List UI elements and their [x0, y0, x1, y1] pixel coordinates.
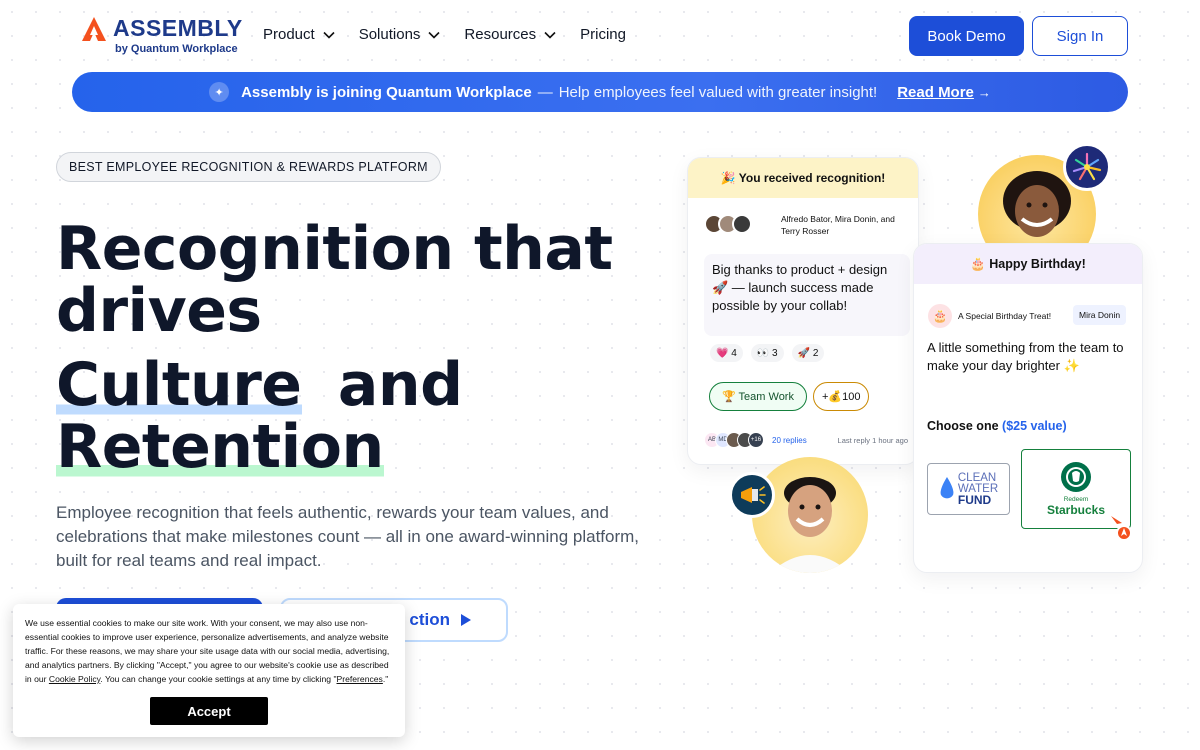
read-more-link[interactable]: Read More	[897, 84, 974, 101]
logo-wordmark[interactable]: ASSEMBLY	[113, 15, 243, 42]
man-portrait-image	[752, 457, 868, 573]
birthday-card: 🎂 Happy Birthday! 🎂 A Special Birthday T…	[913, 243, 1143, 573]
points-tag: +💰100	[813, 382, 870, 411]
recognition-message: Big thanks to product + design 🚀 — launc…	[704, 254, 910, 336]
reaction-list: 💗 4 👀 3 🚀 2	[710, 344, 825, 362]
nav-resources-label: Resources	[464, 26, 537, 43]
chevron-down-icon	[428, 31, 440, 39]
chevron-down-icon	[544, 31, 556, 39]
play-icon	[461, 614, 471, 626]
banner-headline: Assembly is joining Quantum Workplace	[241, 83, 532, 101]
recognition-card-header: 🎉 You received recognition!	[688, 158, 918, 198]
banner-dash: —	[537, 83, 553, 101]
clean-water-fund-option[interactable]: CLEAN WATER FUND	[927, 463, 1010, 515]
cookie-text-part3: ."	[382, 674, 389, 684]
reaction-count: 2	[812, 347, 819, 359]
water-drop-icon	[940, 477, 954, 499]
birthday-card-header: 🎂 Happy Birthday!	[914, 244, 1142, 284]
birthday-treat-row: 🎂 A Special Birthday Treat!	[928, 304, 1051, 328]
hero-title-line2: drives	[56, 276, 262, 346]
birthday-message: A little something from the team to make…	[927, 340, 1124, 373]
reward-value: ($25 value)	[1002, 419, 1067, 433]
recipient-names: Alfredo Bator, Mira Donin, and Terry Ros…	[781, 214, 895, 236]
hero-title-culture: Culture	[56, 350, 302, 420]
hero-title-bottom: Culture and Retention	[56, 350, 463, 482]
heart-icon: 💗	[716, 347, 729, 359]
cake-icon: 🎂	[928, 304, 952, 328]
recognition-footer: AB MD +16 20 replies Last reply 1 hour a…	[704, 432, 908, 448]
replies-link[interactable]: 20 replies	[772, 436, 807, 445]
logo-subtitle: by Quantum Workplace	[115, 43, 238, 55]
reaction-rocket[interactable]: 🚀 2	[791, 344, 825, 362]
nav-solutions[interactable]: Solutions	[359, 26, 441, 43]
main-nav: Product Solutions Resources Pricing	[263, 26, 650, 43]
choose-reward-label: Choose one ($25 value)	[927, 419, 1067, 433]
assembly-logo-icon[interactable]	[81, 16, 107, 42]
recipient-avatars	[704, 214, 752, 234]
reaction-eyes[interactable]: 👀 3	[750, 344, 784, 362]
fireworks-badge-icon	[1063, 143, 1111, 191]
book-demo-button[interactable]: Book Demo	[909, 16, 1024, 56]
hero-title-retention: Retention	[56, 412, 384, 482]
hero-title-and: and	[337, 350, 463, 420]
choose-label: Choose one	[927, 419, 999, 433]
preferences-link[interactable]: Preferences	[337, 674, 383, 684]
cookie-consent-banner: We use essential cookies to make our sit…	[13, 604, 405, 737]
cookie-consent-text: We use essential cookies to make our sit…	[25, 616, 393, 686]
nav-pricing[interactable]: Pricing	[580, 26, 626, 43]
avatar	[732, 214, 752, 234]
nav-product[interactable]: Product	[263, 26, 335, 43]
starbucks-logo-icon	[1061, 462, 1091, 492]
nav-solutions-label: Solutions	[358, 26, 421, 43]
hero-title-top: Recognition that drives	[56, 218, 676, 342]
clean-water-line1: CLEAN	[957, 471, 997, 484]
reaction-heart[interactable]: 💗 4	[710, 344, 743, 362]
reaction-count: 4	[731, 347, 737, 359]
nav-product-label: Product	[263, 26, 315, 43]
eyes-icon: 👀	[756, 347, 770, 359]
sparkle-icon: ✦	[209, 82, 230, 102]
banner-text: Help employees feel valued with greater …	[558, 83, 878, 101]
nav-pricing-label: Pricing	[580, 26, 626, 43]
accept-cookies-button[interactable]: Accept	[150, 697, 268, 725]
starbucks-name: Starbucks	[1046, 503, 1106, 517]
birthday-treat-label: A Special Birthday Treat!	[958, 311, 1052, 321]
clean-water-line3: FUND	[957, 492, 992, 507]
last-reply-time: Last reply 1 hour ago	[837, 435, 908, 445]
cursor-pointer-icon	[1111, 516, 1132, 541]
man-portrait-illustration	[770, 477, 850, 573]
see-in-action-label: ction	[409, 610, 450, 629]
avatar-overflow-count: +16	[748, 432, 764, 448]
sender-badge: Mira Donin	[1073, 305, 1127, 325]
arrow-right-icon: →	[977, 84, 991, 100]
cookie-text-part2: . You can change your cookie settings at…	[100, 674, 337, 684]
cookie-policy-link[interactable]: Cookie Policy	[49, 674, 100, 684]
hero-subtitle: Employee recognition that feels authenti…	[56, 503, 640, 570]
nav-resources[interactable]: Resources	[464, 26, 556, 43]
hero-eyebrow-badge: BEST EMPLOYEE RECOGNITION & REWARDS PLAT…	[56, 152, 441, 182]
hero-title-line1: Recognition that	[56, 214, 613, 284]
sign-in-button[interactable]: Sign In	[1032, 16, 1128, 56]
reaction-count: 3	[772, 347, 778, 359]
team-work-tag: 🏆 Team Work	[709, 382, 807, 411]
starbucks-redeem-label: Redeem	[1063, 496, 1089, 503]
rocket-icon: 🚀	[797, 347, 811, 359]
announcement-banner[interactable]: ✦ Assembly is joining Quantum Workplace …	[72, 72, 1128, 112]
megaphone-badge-icon	[729, 472, 775, 518]
chevron-down-icon	[323, 31, 335, 39]
clean-water-fund-logo: CLEAN WATER FUND	[957, 471, 998, 507]
recognition-card: 🎉 You received recognition! Alfredo Bato…	[687, 157, 919, 465]
